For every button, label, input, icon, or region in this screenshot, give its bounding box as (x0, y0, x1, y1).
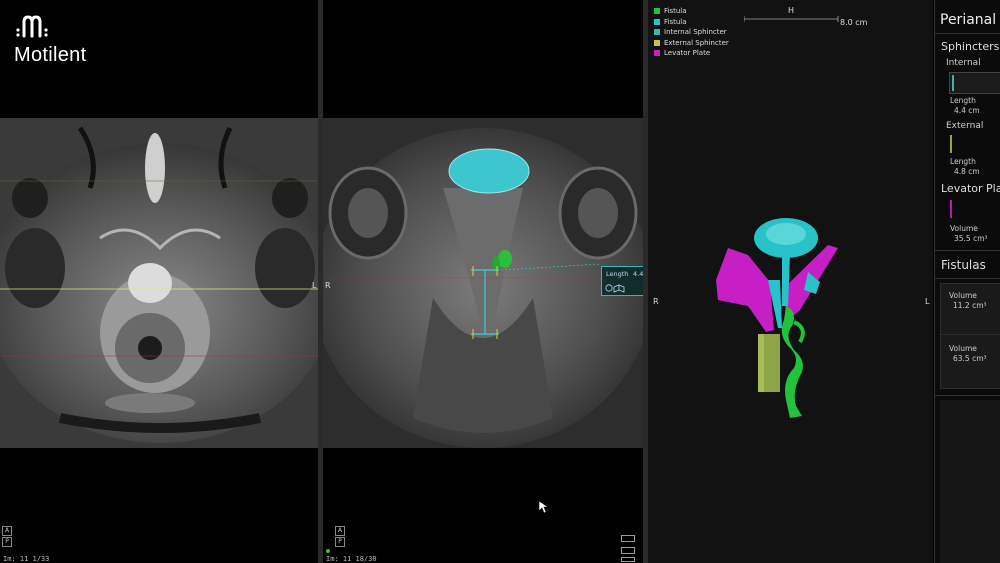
orientation-box-a-middle[interactable]: A (335, 526, 345, 536)
fistulas-section-title: Fistulas (941, 258, 986, 272)
external-sphincter-color-bar (950, 135, 952, 153)
length-measure-tooltip[interactable]: Length 4.4 (601, 266, 643, 296)
internal-sphincter-thumbnail[interactable] (949, 72, 1000, 94)
brand-name: Motilent (14, 44, 87, 66)
ruler-scale-label: 8.0 cm (840, 18, 868, 27)
mouse-cursor-icon (538, 500, 548, 514)
mri-viewport-middle[interactable]: Length 4.4 R A P Im: 11 18/30 (323, 0, 643, 563)
fistula-card-1[interactable]: Volume 11.2 cm³ (940, 283, 1000, 338)
comment-icon (605, 284, 613, 292)
toolbar-button-1[interactable] (621, 535, 635, 542)
fistula-card-2[interactable]: Volume 63.5 cm³ (940, 334, 1000, 389)
mri-axial-image-left (0, 118, 318, 448)
legend-item-fistula-1[interactable]: Fistula (654, 6, 729, 17)
orientation-label-right-3d: R (653, 297, 659, 306)
status-dot-icon (326, 549, 330, 553)
legend-swatch (654, 50, 660, 57)
legend-swatch (654, 39, 660, 46)
toolbar-button-3[interactable] (621, 557, 635, 562)
internal-sphincter-label: Internal (946, 58, 981, 68)
legend-label: External Sphincter (664, 38, 729, 47)
fistula-1-volume-value: 11.2 cm³ (953, 301, 987, 310)
perianal-analysis-panel: Perianal A Sphincters Internal Length 4.… (934, 0, 1000, 563)
tooltip-tools (605, 284, 625, 293)
legend-label: Fistula (664, 17, 687, 26)
internal-length-value: 4.4 cm (954, 106, 980, 115)
orientation-box-p[interactable]: P (2, 537, 12, 547)
divider (935, 395, 1000, 396)
divider (935, 278, 1000, 279)
3d-render-viewport[interactable]: Fistula Fistula Internal Sphincter Exter… (648, 0, 933, 563)
structure-legend: Fistula Fistula Internal Sphincter Exter… (654, 6, 729, 59)
image-index-middle: Im: 11 18/30 (326, 555, 377, 563)
orientation-label-left-3d: L (925, 297, 930, 306)
external-sphincter-label: External (946, 121, 984, 131)
legend-swatch (654, 29, 660, 36)
levator-volume-value: 35.5 cm³ (954, 234, 988, 243)
legend-item-external-sphincter[interactable]: External Sphincter (654, 38, 729, 49)
legend-item-levator-plate[interactable]: Levator Plate (654, 48, 729, 59)
scale-ruler (744, 16, 839, 22)
panel-empty-area (940, 400, 1000, 563)
levator-volume-label: Volume (950, 224, 978, 233)
fistula-2-volume-value: 63.5 cm³ (953, 354, 987, 363)
fistula-shape (781, 306, 803, 418)
legend-swatch (654, 8, 660, 15)
external-length-label: Length (950, 157, 976, 166)
internal-length-label: Length (950, 96, 976, 105)
3d-anatomy-model[interactable] (708, 210, 848, 425)
internal-sphincter-color-bar (952, 75, 954, 91)
image-index-left: Im: 11 1/33 (3, 555, 50, 563)
tooltip-length-value: 4.4 (633, 270, 643, 278)
mri-axial-image-middle (323, 118, 643, 448)
mri-viewport-left[interactable]: Motilent L A P Im: 11 1/33 (0, 0, 318, 563)
orientation-box-p-middle[interactable]: P (335, 537, 345, 547)
legend-swatch (654, 18, 660, 25)
tooltip-length-label: Length (606, 270, 629, 278)
toolbar-button-2[interactable] (621, 547, 635, 554)
divider (935, 250, 1000, 251)
legend-label: Fistula (664, 7, 687, 16)
levator-plate-shape (716, 248, 774, 332)
orientation-label-middle: R (325, 281, 331, 290)
levator-plate-section-title: Levator Pla (941, 182, 1000, 195)
fistula-1-volume-label: Volume (949, 291, 977, 300)
fistula-2-volume-label: Volume (949, 344, 977, 353)
levator-plate-color-bar (950, 200, 952, 218)
orientation-box-a[interactable]: A (2, 526, 12, 536)
motilent-logo: Motilent (14, 14, 86, 67)
orientation-label-left: L (312, 281, 317, 290)
divider (935, 33, 1000, 34)
panel-title: Perianal A (940, 12, 1000, 28)
legend-label: Internal Sphincter (664, 28, 727, 37)
sphincters-section-title: Sphincters (941, 40, 1000, 53)
legend-item-fistula-2[interactable]: Fistula (654, 17, 729, 28)
legend-label: Levator Plate (664, 49, 711, 58)
external-length-value: 4.8 cm (954, 167, 980, 176)
motilent-logo-icon (16, 15, 48, 38)
ruler-axis-label: H (788, 6, 795, 15)
cube-icon (613, 284, 625, 293)
legend-item-internal-sphincter[interactable]: Internal Sphincter (654, 27, 729, 38)
